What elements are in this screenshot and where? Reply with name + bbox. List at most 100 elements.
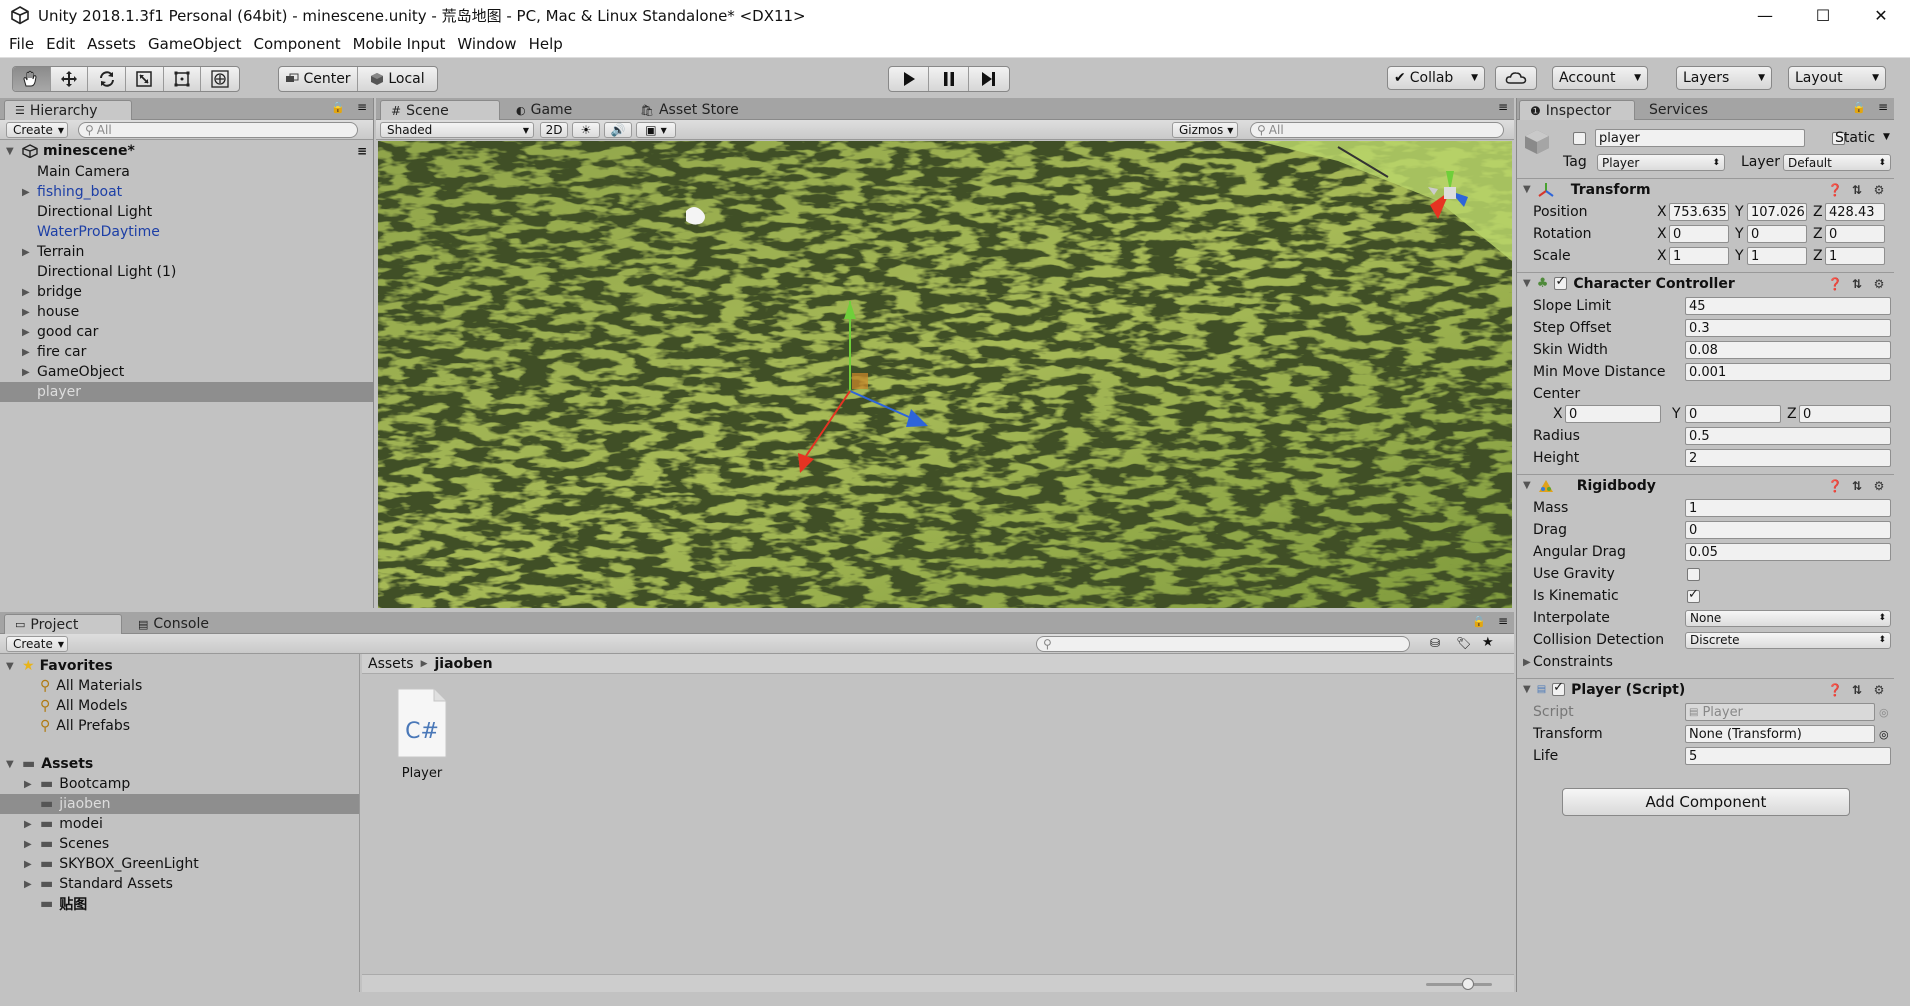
pivot-center-button[interactable]: Center <box>279 67 358 91</box>
folder-skybox-greenlight[interactable]: ▶ ▬ SKYBOX_GreenLight <box>0 854 359 874</box>
folder-jiaoben[interactable]: ▬ jiaoben <box>0 794 359 814</box>
lighting-toggle-icon[interactable]: ☀ <box>572 122 600 138</box>
layout-dropdown[interactable]: Layout ▼ <box>1788 66 1886 90</box>
menu-gameobject[interactable]: GameObject <box>142 35 248 53</box>
hierarchy-item-directional-light[interactable]: Directional Light <box>0 202 373 222</box>
hierarchy-item-directional-light-1[interactable]: Directional Light (1) <box>0 262 373 282</box>
expand-arrow-icon[interactable]: ▼ <box>6 759 14 770</box>
center-y-input[interactable]: 0 <box>1685 405 1781 423</box>
tab-hierarchy[interactable]: ☰ Hierarchy <box>4 100 132 120</box>
preset-icon[interactable]: ⇅ <box>1850 683 1864 697</box>
help-icon[interactable]: ❓ <box>1828 479 1843 493</box>
move-tool-icon[interactable] <box>51 67 89 91</box>
object-picker-icon[interactable]: ◎ <box>1879 728 1889 741</box>
player-script-enabled-checkbox[interactable] <box>1552 680 1566 696</box>
hierarchy-create-button[interactable]: Create ▼ <box>6 122 68 138</box>
rect-tool-icon[interactable] <box>164 67 202 91</box>
center-z-input[interactable]: 0 <box>1799 405 1891 423</box>
life-input[interactable]: 5 <box>1685 747 1891 765</box>
settings-gear-icon[interactable]: ⚙ <box>1872 479 1886 493</box>
account-dropdown[interactable]: Account ▼ <box>1552 66 1648 90</box>
position-z-input[interactable]: 428.43 <box>1825 203 1885 221</box>
effects-dropdown-icon[interactable]: ▣ ▼ <box>636 122 676 138</box>
use-gravity-checkbox[interactable] <box>1687 567 1700 581</box>
panel-menu-icon[interactable]: ≡ <box>357 100 367 114</box>
collapse-arrow-icon[interactable]: ▼ <box>1523 684 1531 695</box>
slope-limit-input[interactable]: 45 <box>1685 297 1891 315</box>
menu-help[interactable]: Help <box>523 35 569 53</box>
filter-type-icon[interactable]: ⛁ <box>1430 636 1440 650</box>
center-x-input[interactable]: 0 <box>1565 405 1661 423</box>
zoom-slider-track[interactable] <box>1426 983 1492 986</box>
scale-x-input[interactable]: 1 <box>1669 247 1729 265</box>
menu-window[interactable]: Window <box>451 35 522 53</box>
folder-scenes[interactable]: ▶ ▬ Scenes <box>0 834 359 854</box>
collapse-arrow-icon[interactable]: ▼ <box>1523 184 1531 195</box>
expand-arrow-icon[interactable]: ▶ <box>24 879 32 890</box>
project-create-button[interactable]: Create ▼ <box>6 636 68 652</box>
layer-dropdown[interactable]: Default ⬍ <box>1783 154 1891 171</box>
breadcrumb-assets[interactable]: Assets <box>368 656 414 672</box>
object-name-input[interactable]: player <box>1595 129 1805 147</box>
expand-arrow-icon[interactable]: ▶ <box>22 367 30 378</box>
hierarchy-item-fire-car[interactable]: ▶ fire car <box>0 342 373 362</box>
shading-mode-dropdown[interactable]: Shaded ▼ <box>380 122 534 138</box>
scene-search-input[interactable]: ⚲ All <box>1250 122 1504 138</box>
expand-arrow-icon[interactable]: ▼ <box>6 661 14 672</box>
panel-menu-icon[interactable]: ≡ <box>1498 100 1508 114</box>
constraints-row[interactable]: ▶ Constraints <box>1517 652 1894 672</box>
rotation-x-input[interactable]: 0 <box>1669 225 1729 243</box>
hierarchy-item-fishing-boat[interactable]: ▶ fishing_boat <box>0 182 373 202</box>
hierarchy-item-bridge[interactable]: ▶ bridge <box>0 282 373 302</box>
tab-scene[interactable]: # Scene <box>380 100 500 120</box>
maximize-icon[interactable]: ☐ <box>1794 0 1852 30</box>
tag-dropdown[interactable]: Player ⬍ <box>1597 154 1725 171</box>
folder-modei[interactable]: ▶ ▬ modei <box>0 814 359 834</box>
rotate-tool-icon[interactable] <box>88 67 127 91</box>
drag-input[interactable]: 0 <box>1685 521 1891 539</box>
hand-tool-icon[interactable] <box>13 67 51 91</box>
favorite-star-icon[interactable]: ★ <box>1482 635 1494 650</box>
menu-file[interactable]: File <box>3 35 40 53</box>
component-character-controller[interactable]: ▼ ♣ Character Controller ❓⇅⚙ <box>1517 272 1894 294</box>
close-icon[interactable]: ✕ <box>1852 0 1910 30</box>
scale-y-input[interactable]: 1 <box>1747 247 1807 265</box>
favorite-all-models[interactable]: ⚲ All Models <box>0 696 359 716</box>
scale-z-input[interactable]: 1 <box>1825 247 1885 265</box>
audio-toggle-icon[interactable]: 🔊 <box>604 122 632 138</box>
is-kinematic-checkbox[interactable] <box>1687 587 1700 603</box>
pause-icon[interactable] <box>929 67 969 91</box>
preset-icon[interactable]: ⇅ <box>1850 183 1864 197</box>
expand-arrow-icon[interactable]: ▶ <box>22 247 30 258</box>
folder-textures[interactable]: ▬ 贴图 <box>0 894 359 914</box>
interpolate-dropdown[interactable]: None ⬍ <box>1685 609 1891 627</box>
preset-icon[interactable]: ⇅ <box>1850 479 1864 493</box>
gizmos-dropdown[interactable]: Gizmos ▼ <box>1172 122 1238 138</box>
lock-icon[interactable]: 🔒 <box>1472 615 1486 628</box>
settings-gear-icon[interactable]: ⚙ <box>1872 277 1886 291</box>
asset-player-script[interactable]: C# Player <box>392 688 452 786</box>
step-offset-input[interactable]: 0.3 <box>1685 319 1891 337</box>
expand-arrow-icon[interactable]: ▶ <box>24 779 32 790</box>
breadcrumb-jiaoben[interactable]: jiaoben <box>434 656 492 672</box>
expand-arrow-icon[interactable]: ▶ <box>24 859 32 870</box>
assets-root[interactable]: ▼ ▬ Assets <box>0 754 359 774</box>
tab-game[interactable]: ◐ Game <box>506 100 582 120</box>
scale-tool-icon[interactable] <box>126 67 164 91</box>
mass-input[interactable]: 1 <box>1685 499 1891 517</box>
expand-arrow-icon[interactable]: ▶ <box>22 187 30 198</box>
character-controller-enabled-checkbox[interactable] <box>1554 274 1568 290</box>
panel-menu-icon[interactable]: ≡ <box>1878 100 1888 114</box>
hierarchy-item-player[interactable]: player <box>0 382 373 402</box>
collapse-arrow-icon[interactable]: ▼ <box>1523 278 1531 289</box>
radius-input[interactable]: 0.5 <box>1685 427 1891 445</box>
step-icon[interactable] <box>969 67 1009 91</box>
hierarchy-item-good-car[interactable]: ▶ good car <box>0 322 373 342</box>
collision-detection-dropdown[interactable]: Discrete ⬍ <box>1685 631 1891 649</box>
help-icon[interactable]: ❓ <box>1828 683 1843 697</box>
filter-label-icon[interactable]: 🏷 <box>1456 636 1471 650</box>
favorite-all-prefabs[interactable]: ⚲ All Prefabs <box>0 716 359 736</box>
cloud-button[interactable] <box>1495 66 1537 90</box>
hierarchy-item-waterprodaytime[interactable]: WaterProDaytime <box>0 222 373 242</box>
rotation-y-input[interactable]: 0 <box>1747 225 1807 243</box>
